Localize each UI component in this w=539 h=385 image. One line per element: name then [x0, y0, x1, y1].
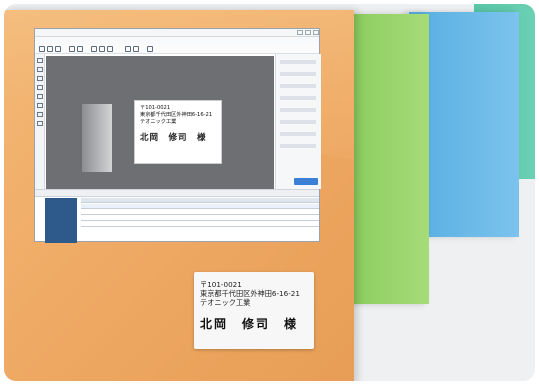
window-titlebar — [35, 29, 319, 37]
align-icon — [133, 46, 139, 52]
label-postal: 〒101-0021 — [140, 105, 171, 111]
design-canvas: 〒101-0021 東京都千代田区外神田6-16-21 テオニック工業 北岡 修… — [46, 56, 274, 189]
save-icon — [55, 46, 61, 52]
table-row — [81, 222, 319, 227]
table-header-row — [81, 198, 319, 203]
table-row — [81, 210, 319, 215]
property-row — [280, 132, 316, 136]
printed-postal: 〒101-0021 — [200, 280, 242, 289]
left-toolbox — [35, 54, 45, 189]
cut-icon — [91, 46, 97, 52]
close-icon — [313, 30, 319, 35]
property-row — [280, 108, 316, 112]
printed-address-label: 〒101-0021 東京都千代田区外神田6-16-21 テオニック工業 北岡 修… — [194, 272, 314, 349]
gradient-strip — [82, 104, 112, 172]
print-icon — [147, 46, 153, 52]
database-thumbnail — [45, 198, 77, 243]
label-address: 東京都千代田区外神田6-16-21 — [140, 112, 213, 118]
apply-button — [294, 178, 318, 185]
barcode-tool-icon — [37, 103, 43, 108]
open-icon — [47, 46, 53, 52]
photo-frame: 〒101-0021 東京都千代田区外神田6-16-21 テオニック工業 北岡 修… — [4, 4, 535, 381]
label-software-screenshot: 〒101-0021 東京都千代田区外神田6-16-21 テオニック工業 北岡 修… — [34, 28, 321, 243]
printed-company: テオニック工業 — [200, 298, 251, 307]
redo-icon — [77, 46, 83, 52]
select-tool-icon — [37, 58, 43, 63]
property-row — [280, 84, 316, 88]
property-row — [280, 72, 316, 76]
maximize-icon — [305, 30, 311, 35]
printed-address: 東京都千代田区外神田6-16-21 — [200, 289, 300, 298]
property-row — [280, 144, 316, 148]
data-tab-bar — [35, 189, 319, 197]
menu-bar — [35, 37, 319, 44]
property-row — [280, 96, 316, 100]
undo-icon — [69, 46, 75, 52]
toolbar — [35, 44, 319, 54]
zoom-icon — [125, 46, 131, 52]
label-recipient-name: 北岡 修司 様 — [140, 133, 207, 143]
new-icon — [39, 46, 45, 52]
property-row — [280, 60, 316, 64]
label-preview: 〒101-0021 東京都千代田区外神田6-16-21 テオニック工業 北岡 修… — [134, 100, 222, 164]
minimize-icon — [297, 30, 303, 35]
rect-tool-icon — [37, 85, 43, 90]
property-row — [280, 120, 316, 124]
line-tool-icon — [37, 76, 43, 81]
text-tool-icon — [37, 67, 43, 72]
printed-recipient-name: 北岡 修司 様 — [200, 317, 299, 331]
table-row — [81, 204, 319, 209]
label-company: テオニック工業 — [140, 119, 177, 125]
frame-tool-icon — [37, 121, 43, 126]
table-row — [81, 216, 319, 221]
property-panel — [275, 54, 321, 189]
copy-icon — [99, 46, 105, 52]
database-table — [81, 198, 319, 243]
image-tool-icon — [37, 94, 43, 99]
paste-icon — [107, 46, 113, 52]
table-tool-icon — [37, 112, 43, 117]
